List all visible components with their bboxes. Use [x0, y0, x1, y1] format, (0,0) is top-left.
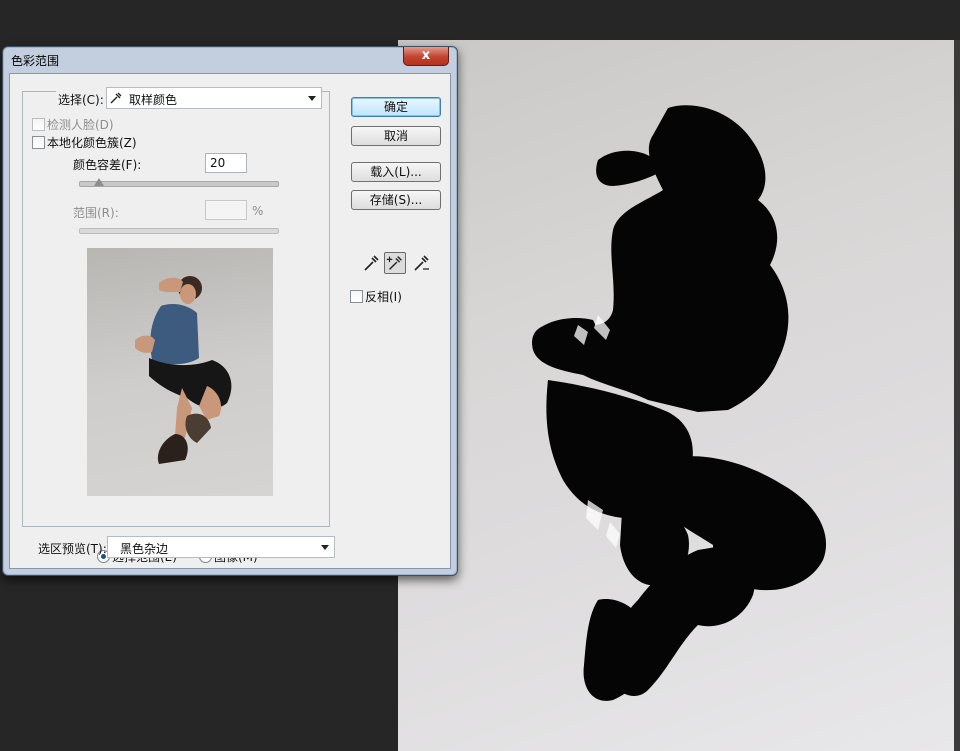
select-value: 取样颜色	[129, 93, 178, 107]
localized-clusters-checkbox[interactable]	[32, 136, 45, 149]
dialog-title: 色彩范围	[11, 54, 60, 68]
select-label: 选择(C):	[56, 91, 106, 108]
subtract-from-sample-button[interactable]	[410, 252, 432, 274]
ok-button[interactable]: 确定	[351, 97, 441, 117]
detect-faces-label: 检测人脸(D)	[47, 118, 114, 132]
fuzziness-input[interactable]: 20	[205, 153, 247, 173]
invert-checkbox[interactable]	[350, 290, 363, 303]
workspace-edge	[954, 40, 960, 751]
save-button[interactable]: 存储(S)...	[351, 190, 441, 210]
add-to-sample-button[interactable]	[384, 252, 406, 274]
dialog-body: 选择(C): 取样颜色 检测人脸(D) 本地化颜色簇(Z) 颜色容差(F): 2…	[9, 73, 451, 569]
close-button[interactable]: x	[403, 47, 449, 66]
eyedropper-subtract-icon	[414, 255, 429, 271]
eyedropper-button[interactable]	[360, 252, 382, 274]
color-range-dialog: 色彩范围 x 选择(C): 取样颜色 检测人脸(D) 本地化颜色簇(Z) 颜色容…	[2, 46, 458, 576]
eyedropper-icon	[110, 92, 122, 104]
range-input[interactable]	[205, 200, 247, 220]
silhouette-image	[532, 105, 827, 701]
detect-faces-checkbox[interactable]	[32, 118, 45, 131]
select-dropdown[interactable]: 取样颜色	[106, 87, 322, 109]
fuzziness-label: 颜色容差(F):	[73, 158, 142, 172]
cancel-button[interactable]: 取消	[351, 126, 441, 146]
document-canvas[interactable]	[398, 40, 954, 751]
chevron-down-icon	[308, 96, 316, 101]
selection-preview-dropdown[interactable]: 黑色杂边	[107, 536, 335, 558]
fuzziness-slider-thumb[interactable]	[94, 178, 104, 186]
localized-clusters-label: 本地化颜色簇(Z)	[47, 136, 137, 150]
eyedropper-icon	[364, 255, 379, 271]
range-slider[interactable]	[79, 228, 279, 234]
dialog-titlebar[interactable]: 色彩范围 x	[3, 47, 457, 73]
range-unit: %	[252, 204, 264, 218]
selection-preview-value: 黑色杂边	[120, 542, 169, 556]
selection-preview	[87, 248, 273, 496]
fuzziness-slider[interactable]	[79, 181, 279, 187]
load-button[interactable]: 载入(L)...	[351, 162, 441, 182]
close-icon: x	[421, 48, 431, 63]
options-group: 选择(C): 取样颜色 检测人脸(D) 本地化颜色簇(Z) 颜色容差(F): 2…	[22, 87, 330, 564]
selection-preview-label: 选区预览(T):	[38, 542, 107, 556]
invert-label: 反相(I)	[365, 290, 402, 304]
eyedropper-add-icon	[386, 256, 402, 270]
range-label: 范围(R):	[73, 206, 119, 220]
preview-image	[135, 276, 232, 464]
chevron-down-icon	[321, 545, 329, 550]
